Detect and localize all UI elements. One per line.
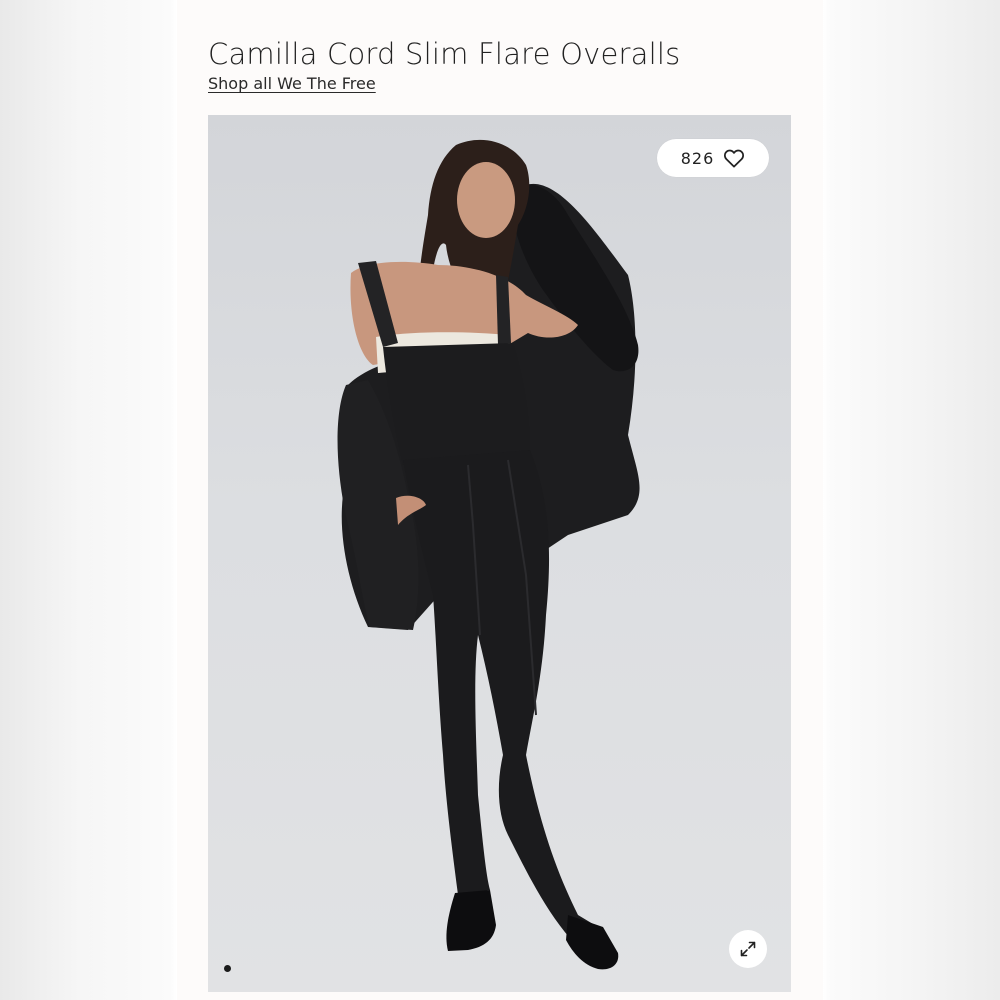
overall-bib <box>383 343 530 465</box>
product-image-gallery[interactable]: 826 <box>208 115 791 992</box>
carousel-dot-active[interactable] <box>224 965 231 972</box>
shop-brand-link[interactable]: Shop all We The Free <box>208 74 376 93</box>
product-photo <box>337 139 640 970</box>
like-button[interactable]: 826 <box>657 139 769 177</box>
like-count: 826 <box>680 148 715 168</box>
expand-icon <box>740 941 756 957</box>
boot-right <box>566 915 619 970</box>
heart-icon <box>724 149 745 168</box>
product-title: Camilla Cord Slim Flare Overalls <box>208 37 681 72</box>
face <box>457 162 515 238</box>
boot-left <box>446 890 496 951</box>
product-card: Camilla Cord Slim Flare Overalls Shop al… <box>177 0 823 1000</box>
fullscreen-button[interactable] <box>729 930 767 968</box>
